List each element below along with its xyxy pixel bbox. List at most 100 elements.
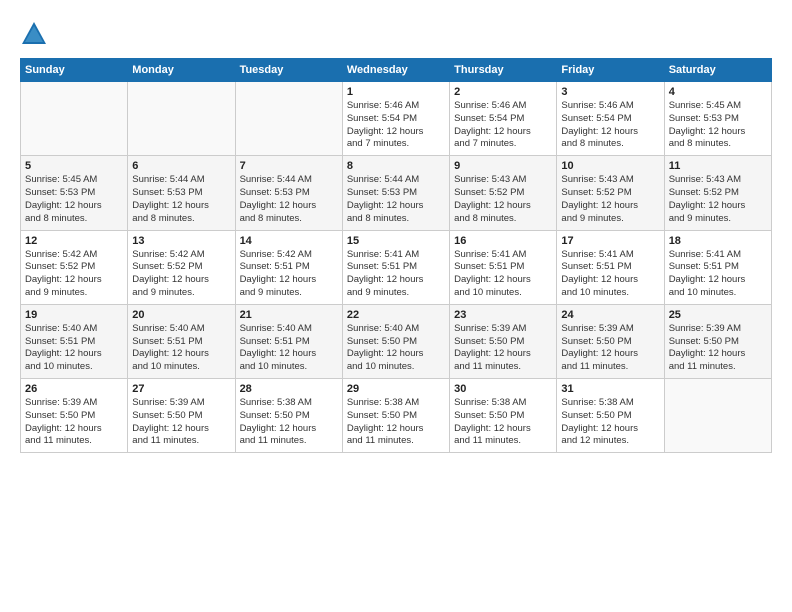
cell-day-number: 8 [347,160,445,172]
calendar-cell: 16 Sunrise: 5:41 AM Sunset: 5:51 PM Dayli… [450,230,557,304]
cell-day-number: 16 [454,235,552,247]
cell-day-number: 6 [132,160,230,172]
calendar-cell: 23Sunrise: 5:39 AM Sunset: 5:50 PM Dayli… [450,304,557,378]
calendar-body: 1 Sunrise: 5:46 AM Sunset: 5:54 PM Daylig… [21,82,772,453]
calendar-cell: 24 Sunrise: 5:39 AM Sunset: 5:50 PM Dayli… [557,304,664,378]
cell-day-number: 3 [561,86,659,98]
calendar-cell: 20 Sunrise: 5:40 AM Sunset: 5:51 PM Dayli… [128,304,235,378]
calendar-cell: 21Sunrise: 5:40 AM Sunset: 5:51 PM Dayli… [235,304,342,378]
calendar-cell: 18 Sunrise: 5:41 AM Sunset: 5:51 PM Dayli… [664,230,771,304]
cell-day-number: 4 [669,86,767,98]
calendar-cell: 30 Sunrise: 5:38 AM Sunset: 5:50 PM Dayli… [450,379,557,453]
cell-info: Sunrise: 5:41 AM Sunset: 5:51 PM Dayligh… [454,249,552,300]
calendar-cell: 13 Sunrise: 5:42 AM Sunset: 5:52 PM Dayli… [128,230,235,304]
cell-info: Sunrise: 5:40 AM Sunset: 5:51 PM Dayligh… [25,323,123,374]
cell-info: Sunrise: 5:46 AM Sunset: 5:54 PM Dayligh… [561,100,659,151]
weekday-header-tuesday: Tuesday [235,59,342,82]
cell-day-number: 30 [454,383,552,395]
page: SundayMondayTuesdayWednesdayThursdayFrid… [0,0,792,612]
cell-day-number: 25 [669,309,767,321]
cell-info: Sunrise: 5:45 AM Sunset: 5:53 PM Dayligh… [669,100,767,151]
calendar-cell [128,82,235,156]
cell-day-number: 20 [132,309,230,321]
cell-info: Sunrise: 5:43 AM Sunset: 5:52 PM Dayligh… [561,174,659,225]
cell-day-number: 11 [669,160,767,172]
calendar-cell: 8 Sunrise: 5:44 AM Sunset: 5:53 PM Daylig… [342,156,449,230]
calendar-cell: 10 Sunrise: 5:43 AM Sunset: 5:52 PM Dayli… [557,156,664,230]
cell-day-number: 5 [25,160,123,172]
cell-day-number: 1 [347,86,445,98]
calendar-week-3: 19 Sunrise: 5:40 AM Sunset: 5:51 PM Dayli… [21,304,772,378]
cell-info: Sunrise: 5:38 AM Sunset: 5:50 PM Dayligh… [240,397,338,448]
calendar-cell: 28 Sunrise: 5:38 AM Sunset: 5:50 PM Dayli… [235,379,342,453]
weekday-header-sunday: Sunday [21,59,128,82]
cell-day-number: 28 [240,383,338,395]
cell-info: Sunrise: 5:44 AM Sunset: 5:53 PM Dayligh… [132,174,230,225]
cell-info: Sunrise: 5:43 AM Sunset: 5:52 PM Dayligh… [454,174,552,225]
calendar-cell: 11 Sunrise: 5:43 AM Sunset: 5:52 PM Dayli… [664,156,771,230]
weekday-header-saturday: Saturday [664,59,771,82]
cell-info: Sunrise: 5:39 AM Sunset: 5:50 PM Dayligh… [25,397,123,448]
calendar-cell: 14Sunrise: 5:42 AM Sunset: 5:51 PM Dayli… [235,230,342,304]
cell-info: Sunrise: 5:38 AM Sunset: 5:50 PM Dayligh… [347,397,445,448]
calendar-cell: 12Sunrise: 5:42 AM Sunset: 5:52 PM Dayli… [21,230,128,304]
cell-info: Sunrise: 5:43 AM Sunset: 5:52 PM Dayligh… [669,174,767,225]
calendar-cell: 5 Sunrise: 5:45 AM Sunset: 5:53 PM Daylig… [21,156,128,230]
calendar-cell: 4 Sunrise: 5:45 AM Sunset: 5:53 PM Daylig… [664,82,771,156]
cell-info: Sunrise: 5:42 AM Sunset: 5:52 PM Dayligh… [132,249,230,300]
calendar-cell: 17 Sunrise: 5:41 AM Sunset: 5:51 PM Dayli… [557,230,664,304]
header [20,20,772,48]
cell-info: Sunrise: 5:41 AM Sunset: 5:51 PM Dayligh… [669,249,767,300]
cell-day-number: 26 [25,383,123,395]
cell-info: Sunrise: 5:39 AM Sunset: 5:50 PM Dayligh… [132,397,230,448]
calendar-cell: 25Sunrise: 5:39 AM Sunset: 5:50 PM Dayli… [664,304,771,378]
calendar-cell: 19 Sunrise: 5:40 AM Sunset: 5:51 PM Dayli… [21,304,128,378]
calendar-cell [664,379,771,453]
cell-day-number: 24 [561,309,659,321]
cell-day-number: 10 [561,160,659,172]
calendar-cell: 22 Sunrise: 5:40 AM Sunset: 5:50 PM Dayli… [342,304,449,378]
cell-day-number: 13 [132,235,230,247]
calendar-cell: 29 Sunrise: 5:38 AM Sunset: 5:50 PM Dayli… [342,379,449,453]
cell-day-number: 21 [240,309,338,321]
calendar-cell: 9 Sunrise: 5:43 AM Sunset: 5:52 PM Daylig… [450,156,557,230]
calendar-cell: 26 Sunrise: 5:39 AM Sunset: 5:50 PM Dayli… [21,379,128,453]
cell-day-number: 22 [347,309,445,321]
cell-day-number: 9 [454,160,552,172]
calendar-cell: 1 Sunrise: 5:46 AM Sunset: 5:54 PM Daylig… [342,82,449,156]
cell-info: Sunrise: 5:39 AM Sunset: 5:50 PM Dayligh… [454,323,552,374]
calendar-cell [235,82,342,156]
cell-day-number: 31 [561,383,659,395]
cell-info: Sunrise: 5:38 AM Sunset: 5:50 PM Dayligh… [454,397,552,448]
cell-day-number: 12 [25,235,123,247]
weekday-header-wednesday: Wednesday [342,59,449,82]
cell-info: Sunrise: 5:44 AM Sunset: 5:53 PM Dayligh… [240,174,338,225]
cell-info: Sunrise: 5:40 AM Sunset: 5:50 PM Dayligh… [347,323,445,374]
cell-day-number: 7 [240,160,338,172]
calendar-cell: 3 Sunrise: 5:46 AM Sunset: 5:54 PM Daylig… [557,82,664,156]
logo [20,20,52,48]
cell-info: Sunrise: 5:41 AM Sunset: 5:51 PM Dayligh… [561,249,659,300]
cell-day-number: 14 [240,235,338,247]
weekday-header-monday: Monday [128,59,235,82]
cell-info: Sunrise: 5:46 AM Sunset: 5:54 PM Dayligh… [454,100,552,151]
cell-info: Sunrise: 5:44 AM Sunset: 5:53 PM Dayligh… [347,174,445,225]
cell-day-number: 19 [25,309,123,321]
weekday-header-friday: Friday [557,59,664,82]
calendar-cell: 6 Sunrise: 5:44 AM Sunset: 5:53 PM Daylig… [128,156,235,230]
cell-info: Sunrise: 5:40 AM Sunset: 5:51 PM Dayligh… [132,323,230,374]
calendar-week-2: 12 Sunrise: 5:42 AM Sunset: 5:52 PM Dayli… [21,230,772,304]
cell-info: Sunrise: 5:38 AM Sunset: 5:50 PM Dayligh… [561,397,659,448]
weekday-header-thursday: Thursday [450,59,557,82]
cell-info: Sunrise: 5:46 AM Sunset: 5:54 PM Dayligh… [347,100,445,151]
cell-info: Sunrise: 5:45 AM Sunset: 5:53 PM Dayligh… [25,174,123,225]
cell-day-number: 27 [132,383,230,395]
cell-day-number: 17 [561,235,659,247]
cell-day-number: 18 [669,235,767,247]
cell-day-number: 2 [454,86,552,98]
cell-day-number: 29 [347,383,445,395]
calendar-cell: 15Sunrise: 5:41 AM Sunset: 5:51 PM Dayli… [342,230,449,304]
calendar-cell: 31 Sunrise: 5:38 AM Sunset: 5:50 PM Dayli… [557,379,664,453]
cell-info: Sunrise: 5:39 AM Sunset: 5:50 PM Dayligh… [561,323,659,374]
calendar-cell: 2 Sunrise: 5:46 AM Sunset: 5:54 PM Daylig… [450,82,557,156]
